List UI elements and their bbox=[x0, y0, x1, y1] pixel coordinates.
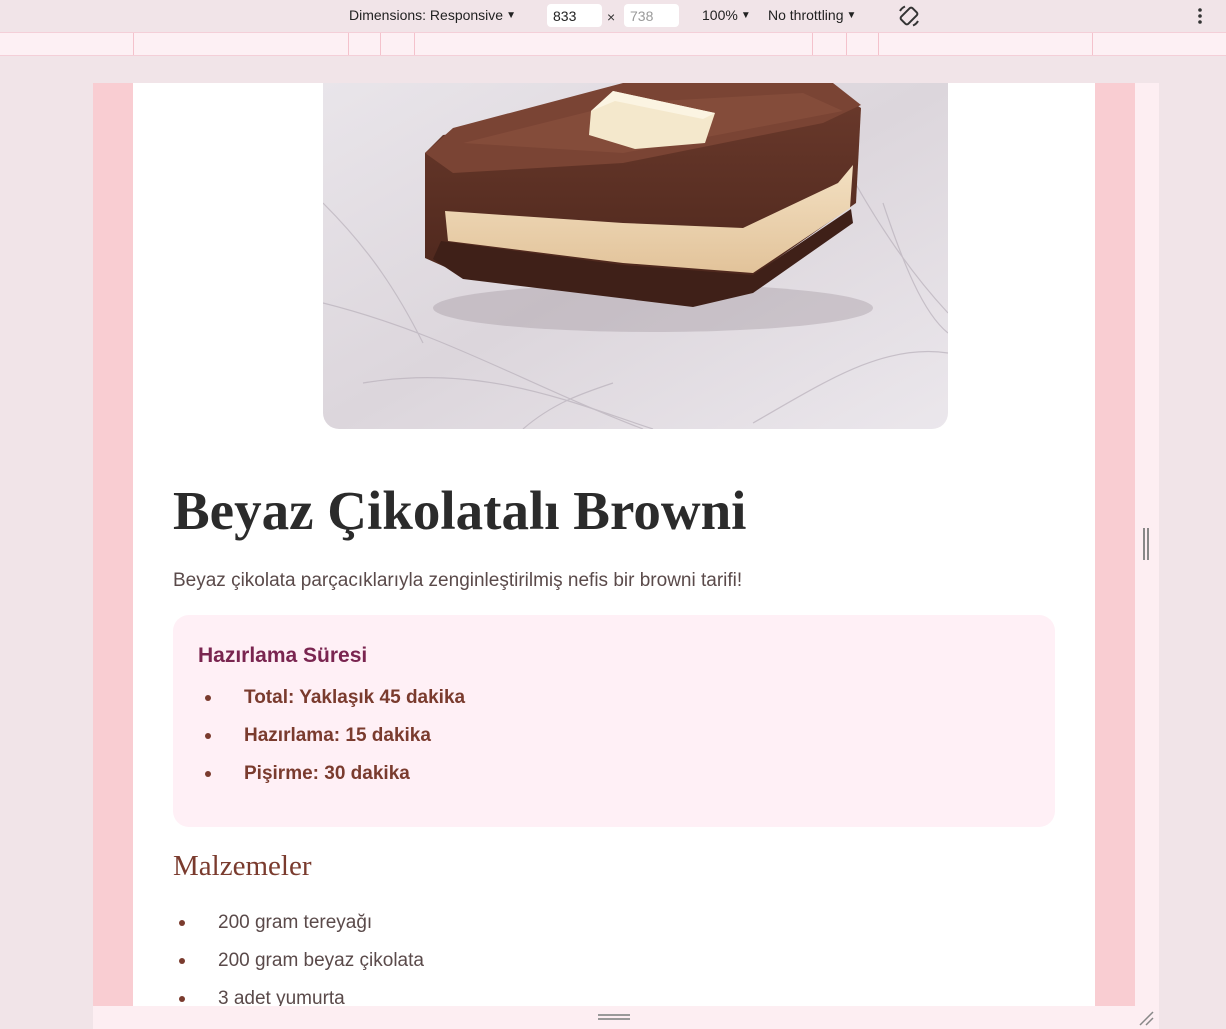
prep-time-list: Total: Yaklaşık 45 dakika Hazırlama: 15 … bbox=[198, 687, 465, 801]
bullet-icon bbox=[205, 733, 211, 739]
ruler-tick bbox=[414, 33, 415, 55]
list-item: 3 adet yumurta bbox=[173, 988, 424, 1006]
zoom-label: 100% bbox=[702, 7, 738, 23]
list-item: 200 gram beyaz çikolata bbox=[173, 950, 424, 988]
ruler-tick bbox=[1092, 33, 1093, 55]
rotate-icon[interactable] bbox=[896, 3, 922, 29]
emulated-viewport: Beyaz Çikolatalı Browni Beyaz çikolata p… bbox=[93, 83, 1135, 1006]
recipe-title: Beyaz Çikolatalı Browni bbox=[173, 480, 747, 541]
prep-item-cooking: Pişirme: 30 dakika bbox=[244, 763, 410, 784]
height-input[interactable]: 738 bbox=[624, 4, 679, 27]
dimensions-label: Dimensions: Responsive bbox=[349, 7, 504, 23]
media-query-bar[interactable] bbox=[0, 32, 1226, 56]
ruler-tick bbox=[846, 33, 847, 55]
bullet-icon bbox=[179, 958, 185, 964]
list-item: 200 gram tereyağı bbox=[173, 912, 424, 950]
bullet-icon bbox=[179, 920, 185, 926]
ingredients-heading: Malzemeler bbox=[173, 850, 312, 882]
recipe-card: Beyaz Çikolatalı Browni Beyaz çikolata p… bbox=[133, 83, 1095, 1006]
ingredient-item: 3 adet yumurta bbox=[218, 988, 345, 1006]
prep-item-total: Total: Yaklaşık 45 dakika bbox=[244, 687, 466, 708]
drag-handle-vertical-icon[interactable] bbox=[1143, 528, 1149, 560]
times-sign: × bbox=[607, 9, 616, 25]
bullet-icon bbox=[179, 996, 185, 1002]
list-item: Pişirme: 30 dakika bbox=[198, 763, 465, 801]
bullet-icon bbox=[205, 695, 211, 701]
prep-item-preparation: Hazırlama: 15 dakika bbox=[244, 725, 431, 746]
resize-handle-icon[interactable] bbox=[1138, 1010, 1154, 1026]
recipe-subtitle: Beyaz çikolata parçacıklarıyla zenginleş… bbox=[173, 570, 743, 591]
chevron-down-icon: ▼ bbox=[740, 9, 751, 21]
ruler-tick bbox=[812, 33, 813, 55]
list-item: Hazırlama: 15 dakika bbox=[198, 725, 465, 763]
ruler-tick bbox=[878, 33, 879, 55]
chevron-down-icon: ▼ bbox=[506, 9, 516, 21]
ingredient-item: 200 gram tereyağı bbox=[218, 912, 373, 933]
more-vertical-icon[interactable] bbox=[1193, 7, 1207, 25]
zoom-dropdown[interactable]: 100% ▼ bbox=[702, 7, 751, 23]
prep-time-heading: Hazırlama Süresi bbox=[198, 644, 368, 667]
prep-time-box: Hazırlama Süresi Total: Yaklaşık 45 daki… bbox=[173, 615, 1055, 827]
list-item: Total: Yaklaşık 45 dakika bbox=[198, 687, 465, 725]
ingredient-item: 200 gram beyaz çikolata bbox=[218, 950, 424, 971]
brownie-image bbox=[323, 83, 948, 429]
width-input[interactable]: 833 bbox=[547, 4, 602, 27]
ruler-tick bbox=[380, 33, 381, 55]
chevron-down-icon: ▼ bbox=[846, 9, 857, 21]
drag-handle-horizontal-icon[interactable] bbox=[598, 1014, 630, 1020]
ruler-tick bbox=[133, 33, 134, 55]
devtools-device-toolbar: Dimensions: Responsive ▼ 833 × 738 100% … bbox=[0, 0, 1226, 32]
bullet-icon bbox=[205, 771, 211, 777]
dimensions-dropdown[interactable]: Dimensions: Responsive ▼ bbox=[349, 7, 516, 23]
throttling-dropdown[interactable]: No throttling ▼ bbox=[768, 7, 856, 23]
throttling-label: No throttling bbox=[768, 7, 844, 23]
ruler-tick bbox=[348, 33, 349, 55]
ingredients-list: 200 gram tereyağı 200 gram beyaz çikolat… bbox=[173, 912, 424, 1006]
